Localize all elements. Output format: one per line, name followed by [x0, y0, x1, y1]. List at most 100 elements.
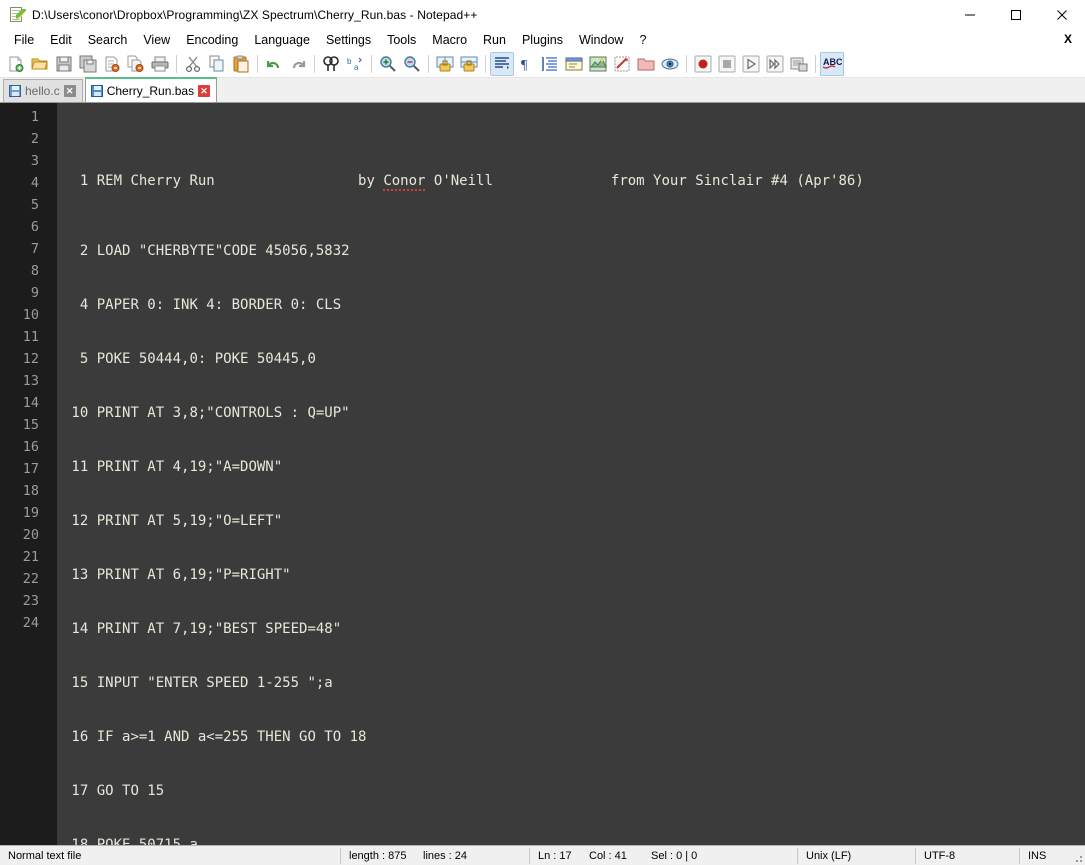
tab-label: hello.c — [25, 84, 60, 98]
document-map-icon[interactable] — [586, 52, 610, 76]
sync-vertical-scroll-icon[interactable] — [433, 52, 457, 76]
notepad-plus-plus-icon — [9, 6, 26, 23]
menu-run[interactable]: Run — [475, 30, 514, 50]
redo-icon[interactable] — [286, 52, 310, 76]
menu-macro[interactable]: Macro — [424, 30, 475, 50]
tab-close-icon[interactable]: ✕ — [198, 84, 211, 97]
menu-encoding[interactable]: Encoding — [178, 30, 246, 50]
find-icon[interactable] — [319, 52, 343, 76]
folder-as-workspace-icon[interactable] — [634, 52, 658, 76]
basic-line-number: 16 — [63, 729, 89, 745]
code-line: 18 POKE 50715,a — [57, 834, 1085, 845]
status-lines: lines : 24 — [423, 849, 468, 862]
code-segment: POKE 50715,a — [88, 837, 198, 845]
menu-language[interactable]: Language — [246, 30, 318, 50]
undo-icon[interactable] — [262, 52, 286, 76]
gutter-line: 1 — [30, 109, 39, 125]
editor-area[interactable]: 1 2 3 4 5 6 7 8 9 10 11 12 13 14 15 16 1… — [0, 103, 1085, 845]
open-file-icon[interactable] — [28, 52, 52, 76]
minimize-button[interactable] — [947, 0, 993, 29]
gutter-line: 7 — [30, 241, 39, 257]
gutter-line: 18 — [22, 483, 39, 499]
notepad-plus-plus-window: D:\Users\conor\Dropbox\Programming\ZX Sp… — [0, 0, 1085, 865]
status-bar: Normal text file length : 875 lines : 24… — [0, 845, 1085, 865]
menu-settings[interactable]: Settings — [318, 30, 379, 50]
user-defined-dialog-icon[interactable] — [562, 52, 586, 76]
status-encoding[interactable]: UTF-8 — [916, 846, 1019, 865]
status-insert-mode[interactable]: INS — [1020, 846, 1060, 865]
menu-window[interactable]: Window — [571, 30, 631, 50]
misspelled-word: Conor — [383, 173, 426, 191]
code-segment: PRINT AT 7,19;"BEST SPEED=48" — [88, 621, 342, 637]
replace-icon[interactable]: ba — [343, 52, 367, 76]
code-text[interactable]: 1 REM Cherry Run by Conor O'Neill from Y… — [57, 103, 1085, 845]
tab-hello-c[interactable]: hello.c ✕ — [3, 79, 83, 102]
menu-help[interactable]: ? — [631, 30, 654, 50]
zoom-in-icon[interactable] — [376, 52, 400, 76]
menu-edit[interactable]: Edit — [42, 30, 80, 50]
indent-guide-icon[interactable] — [538, 52, 562, 76]
file-icon — [90, 84, 103, 97]
gutter-line: 24 — [22, 615, 39, 631]
record-macro-icon[interactable] — [691, 52, 715, 76]
basic-line-number: 17 — [63, 783, 89, 799]
line-number-gutter: 1 2 3 4 5 6 7 8 9 10 11 12 13 14 15 16 1… — [0, 103, 46, 845]
toolbar: ba ¶ ABC — [0, 51, 1085, 78]
resize-grip[interactable] — [1069, 849, 1083, 863]
window-controls — [947, 0, 1085, 29]
maximize-button[interactable] — [993, 0, 1039, 29]
close-document-button[interactable]: X — [1061, 32, 1075, 46]
tab-bar: hello.c ✕ Cherry_Run.bas ✕ — [0, 77, 1085, 103]
basic-line-number: 18 — [63, 837, 89, 845]
save-macro-icon[interactable] — [787, 52, 811, 76]
print-icon[interactable] — [148, 52, 172, 76]
word-wrap-icon[interactable] — [490, 52, 514, 76]
save-icon[interactable] — [52, 52, 76, 76]
basic-line-number: 11 — [63, 459, 89, 475]
copy-icon[interactable] — [205, 52, 229, 76]
code-line: 10 PRINT AT 3,8;"CONTROLS : Q=UP" — [57, 402, 1085, 424]
title-bar: D:\Users\conor\Dropbox\Programming\ZX Sp… — [0, 0, 1085, 29]
monitoring-icon[interactable] — [658, 52, 682, 76]
run-macro-multiple-icon[interactable] — [763, 52, 787, 76]
menu-view[interactable]: View — [135, 30, 178, 50]
play-macro-icon[interactable] — [739, 52, 763, 76]
tab-label: Cherry_Run.bas — [106, 83, 195, 98]
tab-cherry-run-bas[interactable]: Cherry_Run.bas ✕ — [84, 77, 218, 102]
gutter-line: 16 — [22, 439, 39, 455]
close-file-icon[interactable] — [100, 52, 124, 76]
zoom-out-icon[interactable] — [400, 52, 424, 76]
menu-plugins[interactable]: Plugins — [514, 30, 571, 50]
gutter-line: 5 — [30, 197, 39, 213]
basic-line-number: 5 — [63, 351, 89, 367]
code-segment: INPUT "ENTER SPEED 1-255 ";a — [88, 675, 333, 691]
basic-line-number: 12 — [63, 513, 89, 529]
save-all-icon[interactable] — [76, 52, 100, 76]
fold-margin[interactable] — [46, 103, 57, 845]
menu-search[interactable]: Search — [80, 30, 136, 50]
file-icon — [9, 85, 21, 97]
code-line: 15 INPUT "ENTER SPEED 1-255 ";a — [57, 672, 1085, 694]
tab-close-icon[interactable]: ✕ — [63, 85, 76, 97]
stop-recording-icon[interactable] — [715, 52, 739, 76]
spell-check-icon[interactable]: ABC — [820, 52, 844, 76]
close-button[interactable] — [1039, 0, 1085, 29]
cut-icon[interactable] — [181, 52, 205, 76]
status-eol[interactable]: Unix (LF) — [798, 846, 915, 865]
toolbar-separator — [176, 55, 177, 73]
code-segment: REM Cherry Run by — [88, 173, 384, 189]
sync-horizontal-scroll-icon[interactable] — [457, 52, 481, 76]
code-line: 14 PRINT AT 7,19;"BEST SPEED=48" — [57, 618, 1085, 640]
new-file-icon[interactable] — [4, 52, 28, 76]
basic-line-number: 2 — [63, 243, 89, 259]
status-file-type: Normal text file — [8, 849, 82, 862]
basic-line-number: 15 — [63, 675, 89, 691]
close-all-files-icon[interactable] — [124, 52, 148, 76]
paste-icon[interactable] — [229, 52, 253, 76]
menu-file[interactable]: File — [6, 30, 42, 50]
menu-tools[interactable]: Tools — [379, 30, 424, 50]
code-line: 4 PAPER 0: INK 4: BORDER 0: CLS — [57, 294, 1085, 316]
show-all-characters-icon[interactable]: ¶ — [514, 52, 538, 76]
toolbar-separator — [314, 55, 315, 73]
function-list-icon[interactable] — [610, 52, 634, 76]
